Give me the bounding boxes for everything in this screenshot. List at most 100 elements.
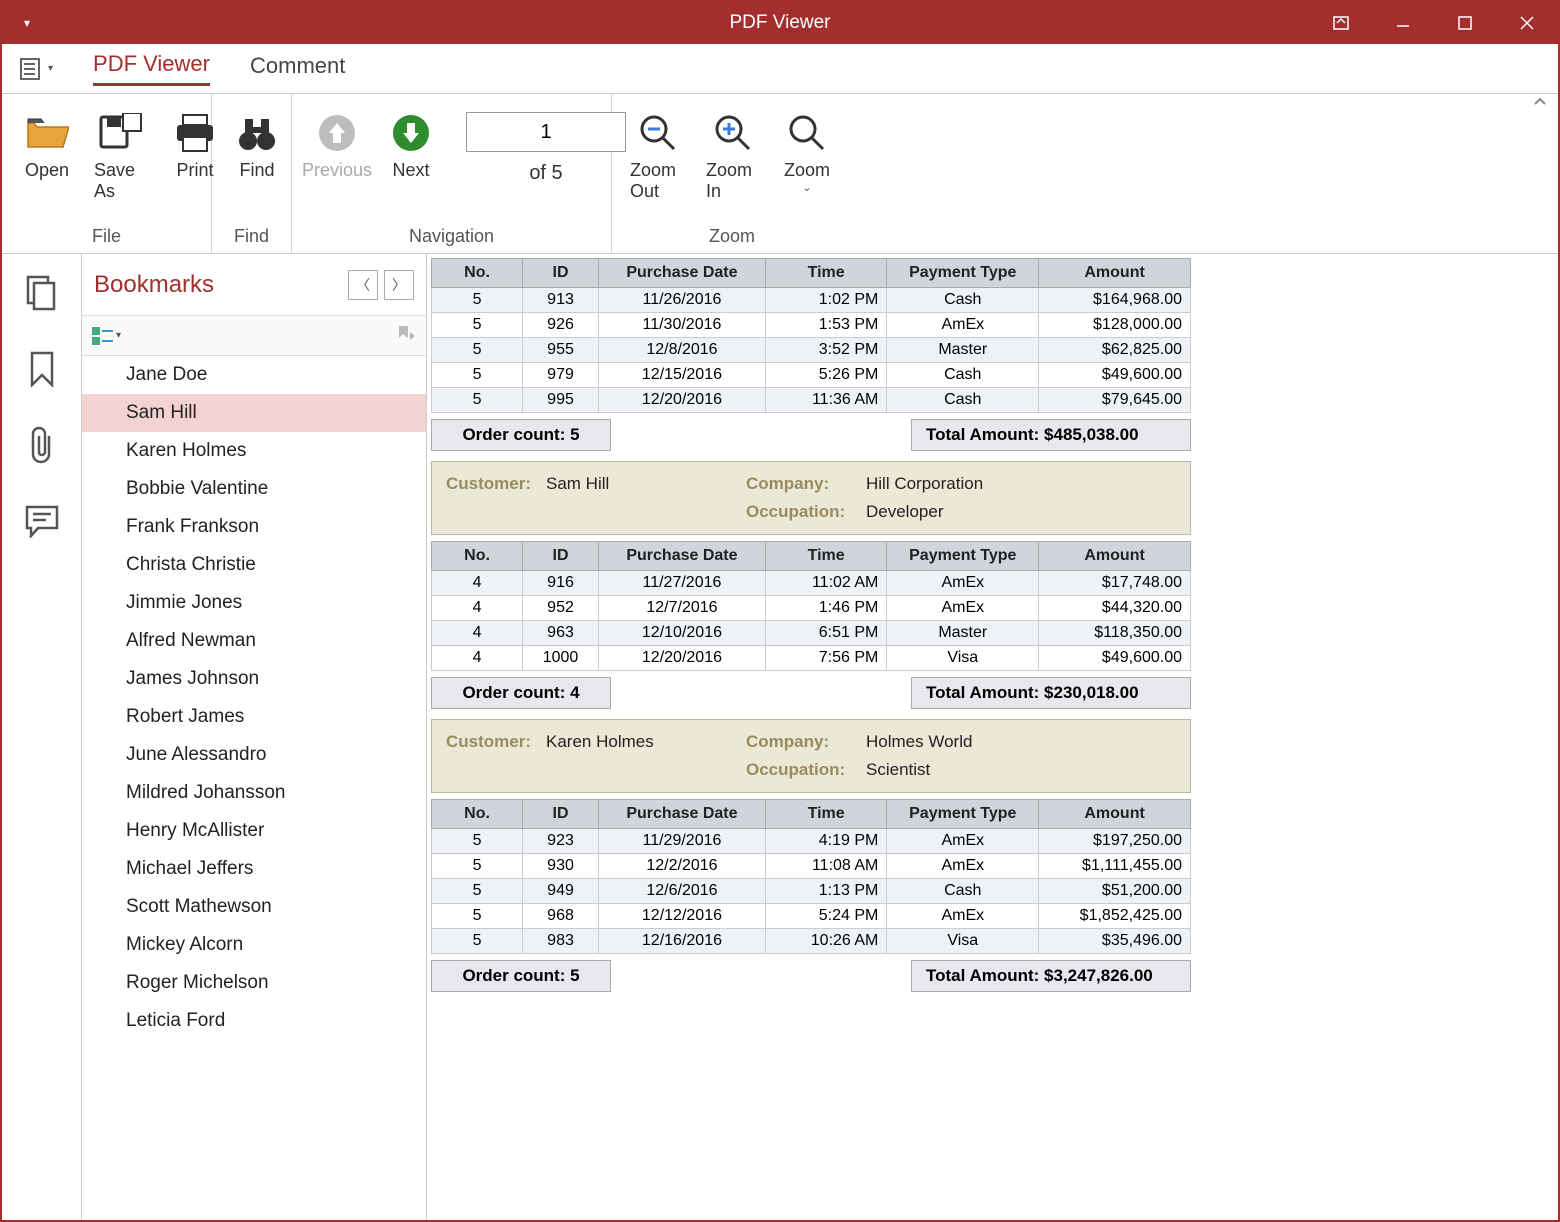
table-cell: Cash	[887, 879, 1039, 904]
bookmark-item[interactable]: Michael Jeffers	[82, 850, 426, 888]
zoom-icon	[787, 108, 827, 158]
bookmark-item[interactable]: Jimmie Jones	[82, 584, 426, 622]
table-cell: $44,320.00	[1039, 596, 1191, 621]
column-header: No.	[432, 542, 523, 571]
column-header: Amount	[1039, 259, 1191, 288]
bookmarks-goto-button[interactable]	[396, 324, 416, 347]
column-header: Payment Type	[887, 800, 1039, 829]
ribbon-group-find: Find Find	[212, 94, 292, 253]
attachments-panel-button[interactable]	[21, 424, 63, 466]
table-cell: $1,111,455.00	[1039, 854, 1191, 879]
ribbon-toggle-button[interactable]	[1310, 2, 1372, 44]
table-cell: 4	[432, 621, 523, 646]
folder-open-icon	[25, 108, 69, 158]
bookmark-item[interactable]: Bobbie Valentine	[82, 470, 426, 508]
bookmark-item[interactable]: Jane Doe	[82, 356, 426, 394]
table-cell: AmEx	[887, 571, 1039, 596]
save-icon	[99, 108, 143, 158]
bookmark-item[interactable]: Roger Michelson	[82, 964, 426, 1002]
table-cell: 979	[523, 363, 599, 388]
table-row: 595512/8/20163:52 PMMaster$62,825.00	[432, 338, 1191, 363]
zoom-out-button[interactable]: Zoom Out	[620, 104, 696, 206]
table-cell: 12/16/2016	[598, 929, 765, 954]
customer-field-label: Occupation:	[746, 502, 866, 522]
find-button[interactable]: Find	[220, 104, 294, 185]
bookmarks-prev-button[interactable]: 〈	[348, 270, 378, 300]
table-cell: 5:24 PM	[765, 904, 886, 929]
quick-access-dropdown[interactable]: ▾	[2, 16, 52, 30]
table-row: 592611/30/20161:53 PMAmEx$128,000.00	[432, 313, 1191, 338]
bookmark-item[interactable]: Christa Christie	[82, 546, 426, 584]
app-menu-button[interactable]: ▾	[20, 58, 53, 80]
table-cell: 7:56 PM	[765, 646, 886, 671]
maximize-button[interactable]	[1434, 2, 1496, 44]
bookmark-item[interactable]: Sam Hill	[82, 394, 426, 432]
bookmark-item[interactable]: Karen Holmes	[82, 432, 426, 470]
column-header: Purchase Date	[598, 542, 765, 571]
bookmark-item[interactable]: Alfred Newman	[82, 622, 426, 660]
bookmarks-panel-button[interactable]	[21, 348, 63, 390]
close-button[interactable]	[1496, 2, 1558, 44]
table-row: 596812/12/20165:24 PMAmEx$1,852,425.00	[432, 904, 1191, 929]
open-button[interactable]: Open	[10, 104, 84, 185]
table-cell: 926	[523, 313, 599, 338]
table-cell: 4	[432, 571, 523, 596]
order-count-box: Order count: 5	[431, 419, 611, 451]
column-header: ID	[523, 800, 599, 829]
previous-page-button[interactable]: Previous	[300, 104, 374, 185]
bookmark-item[interactable]: Mickey Alcorn	[82, 926, 426, 964]
thumbnails-panel-button[interactable]	[21, 272, 63, 314]
table-cell: AmEx	[887, 596, 1039, 621]
table-cell: 12/2/2016	[598, 854, 765, 879]
document-content: No.IDPurchase DateTimePayment TypeAmount…	[431, 258, 1191, 992]
orders-table: No.IDPurchase DateTimePayment TypeAmount…	[431, 799, 1191, 954]
tab-comment[interactable]: Comment	[250, 53, 345, 85]
bookmark-item[interactable]: Frank Frankson	[82, 508, 426, 546]
ribbon-group-navigation: Previous Next of 5 Navigation	[292, 94, 612, 253]
zoom-in-button[interactable]: Zoom In	[696, 104, 770, 206]
chevron-down-icon: ⌄	[802, 181, 811, 194]
next-page-button[interactable]: Next	[374, 104, 448, 185]
ribbon-collapse-button[interactable]	[1532, 94, 1552, 114]
table-row: 598312/16/201610:26 AMVisa$35,496.00	[432, 929, 1191, 954]
summary-row: Order count: 4Total Amount: $230,018.00	[431, 677, 1191, 709]
zoom-dropdown-button[interactable]: Zoom ⌄	[770, 104, 844, 198]
tab-pdf-viewer[interactable]: PDF Viewer	[93, 51, 210, 86]
column-header: Payment Type	[887, 542, 1039, 571]
bookmarks-list[interactable]: Jane DoeSam HillKaren HolmesBobbie Valen…	[82, 356, 426, 1220]
table-cell: 5	[432, 904, 523, 929]
comments-panel-button[interactable]	[21, 500, 63, 542]
table-cell: 3:52 PM	[765, 338, 886, 363]
customer-field-value: Scientist	[866, 760, 1176, 780]
bookmark-item[interactable]: Robert James	[82, 698, 426, 736]
table-cell: AmEx	[887, 829, 1039, 854]
column-header: Purchase Date	[598, 800, 765, 829]
customer-field-value: Sam Hill	[546, 474, 746, 494]
save-as-button[interactable]: Save As	[84, 104, 158, 206]
table-cell: 1:13 PM	[765, 879, 886, 904]
bookmarks-title: Bookmarks	[94, 271, 342, 299]
window-controls	[1310, 2, 1558, 44]
bookmark-item[interactable]: Henry McAllister	[82, 812, 426, 850]
column-header: ID	[523, 259, 599, 288]
column-header: No.	[432, 259, 523, 288]
table-cell: 11/27/2016	[598, 571, 765, 596]
bookmark-item[interactable]: Mildred Johansson	[82, 774, 426, 812]
bookmark-item[interactable]: Scott Mathewson	[82, 888, 426, 926]
table-row: 491611/27/201611:02 AMAmEx$17,748.00	[432, 571, 1191, 596]
minimize-button[interactable]	[1372, 2, 1434, 44]
page-number-input[interactable]	[466, 112, 626, 152]
table-cell: 11/26/2016	[598, 288, 765, 313]
table-cell: $51,200.00	[1039, 879, 1191, 904]
table-cell: 5	[432, 854, 523, 879]
table-cell: 5	[432, 879, 523, 904]
bookmark-item[interactable]: James Johnson	[82, 660, 426, 698]
ribbon-group-file: Open Save As Print File	[2, 94, 212, 253]
bookmark-item[interactable]: Leticia Ford	[82, 1002, 426, 1040]
customer-field-label: Company:	[746, 732, 866, 752]
bookmarks-options-button[interactable]: ▾	[92, 327, 121, 345]
bookmark-item[interactable]: June Alessandro	[82, 736, 426, 774]
bookmarks-next-button[interactable]: 〉	[384, 270, 414, 300]
table-row: 597912/15/20165:26 PMCash$49,600.00	[432, 363, 1191, 388]
document-scroll[interactable]: No.IDPurchase DateTimePayment TypeAmount…	[427, 254, 1558, 1220]
